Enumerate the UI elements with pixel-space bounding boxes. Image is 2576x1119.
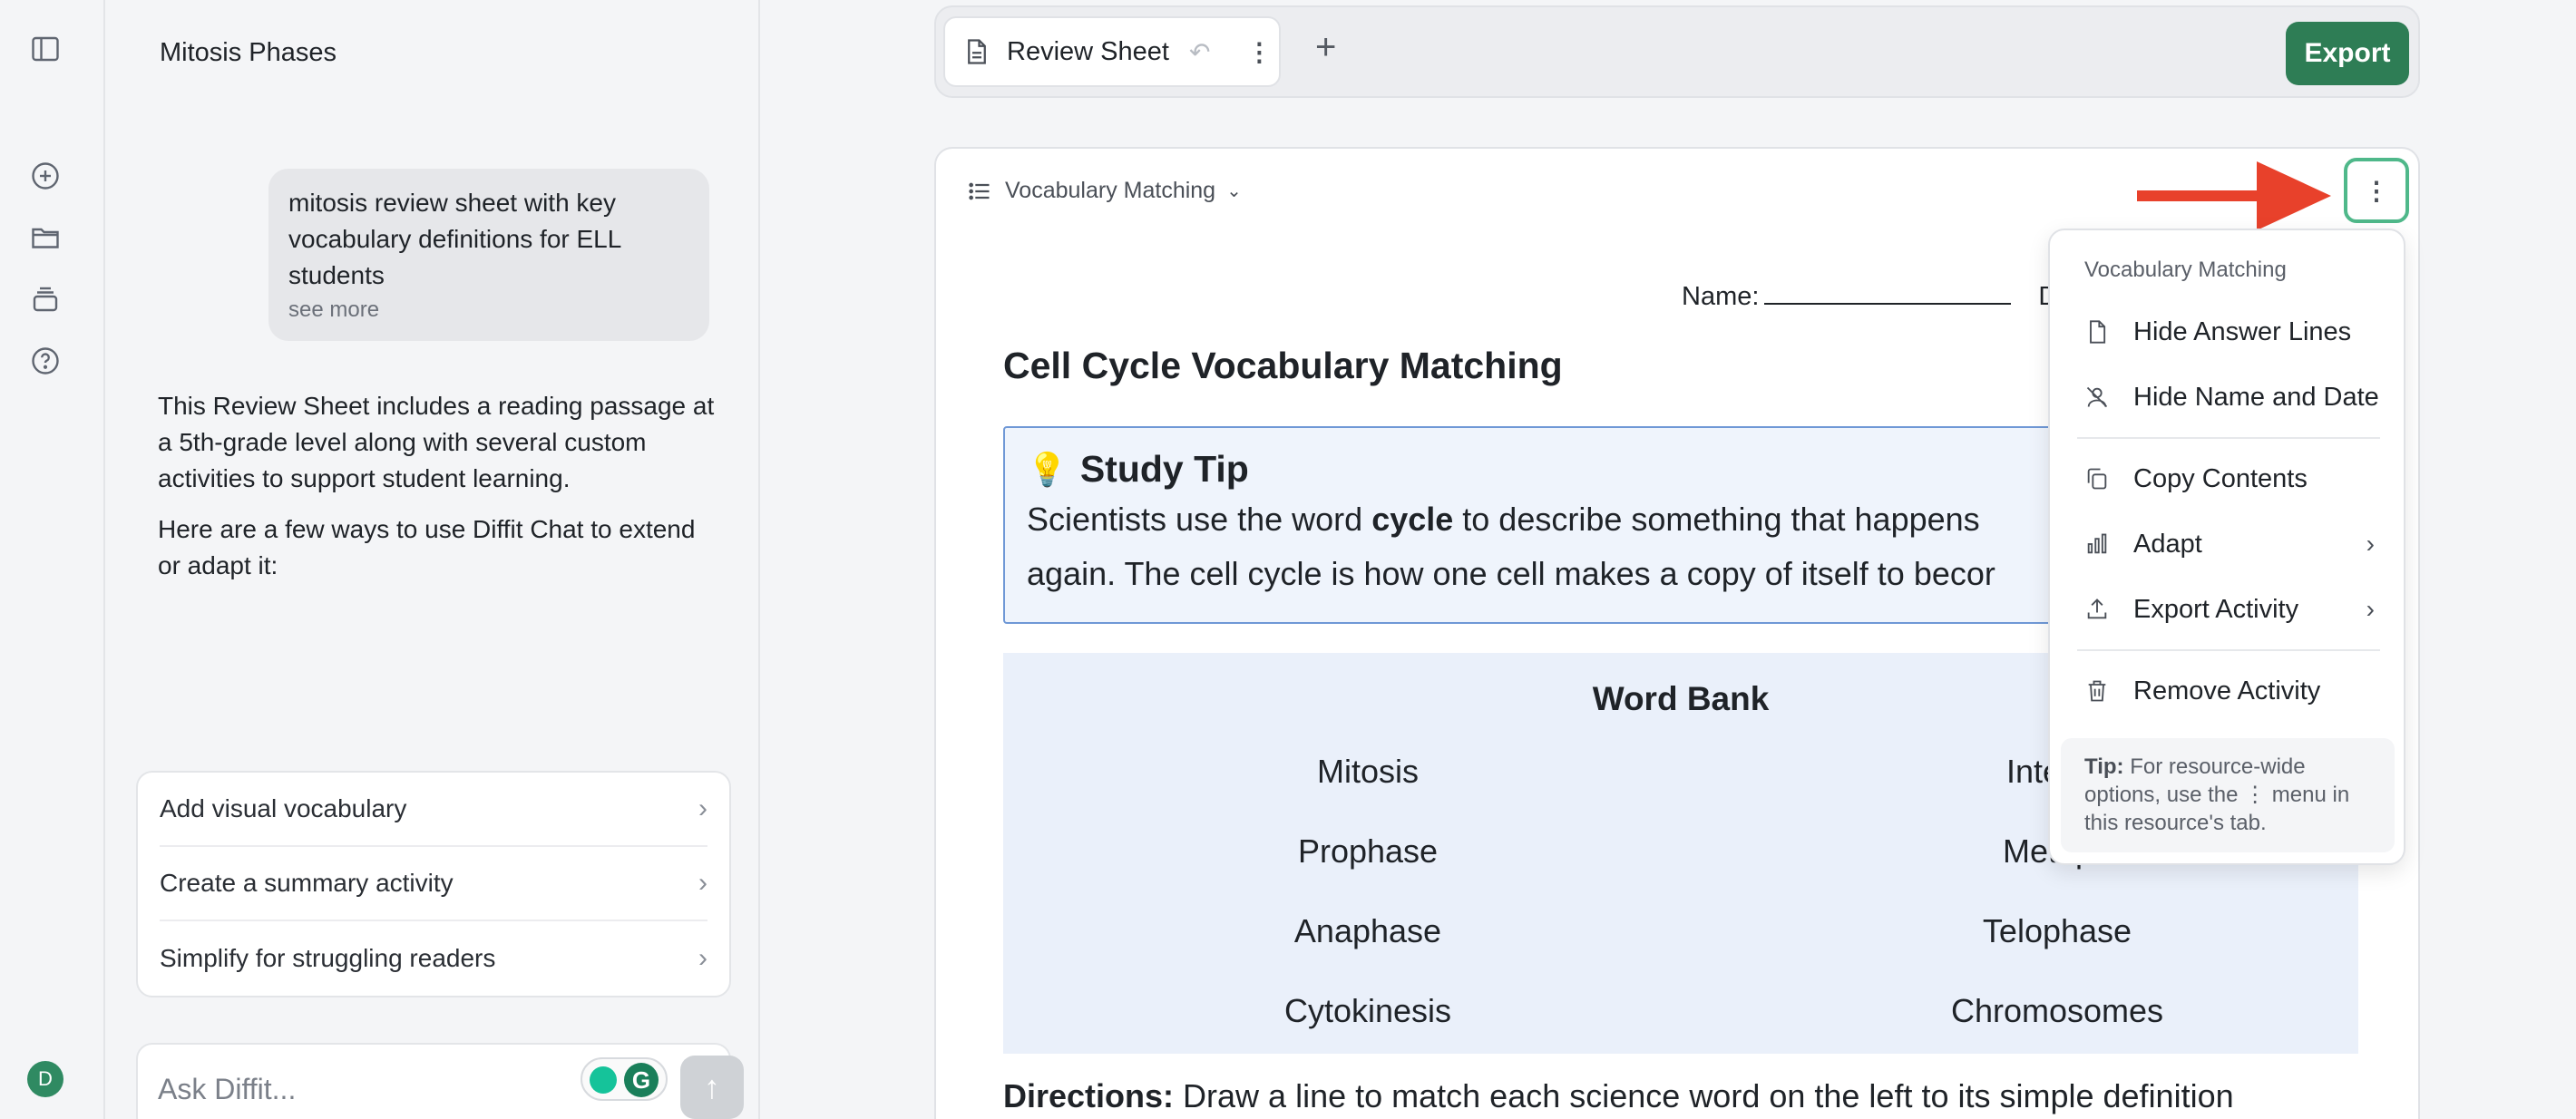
menu-item-remove-activity[interactable]: Remove Activity (2070, 662, 2387, 720)
suggestions-list: Add visual vocabulary › Create a summary… (136, 771, 731, 997)
activity-menu-button[interactable]: ⋮ (2344, 158, 2409, 223)
annotation-arrow-icon (2137, 161, 2331, 230)
copy-icon (2087, 468, 2107, 490)
document-icon (968, 39, 986, 64)
word-bank-term: Mitosis (1316, 753, 1419, 790)
grammarly-widget[interactable]: G (581, 1057, 668, 1101)
tab-menu-icon[interactable]: ⋮ (1246, 37, 1272, 67)
suggestion-label: Create a summary activity (160, 869, 454, 897)
menu-item-export-activity[interactable]: Export Activity › (2070, 580, 2387, 638)
chevron-right-icon: › (698, 793, 707, 823)
activity-selector[interactable]: Vocabulary Matching ⌄ (967, 178, 1242, 204)
user-message-text: mitosis review sheet with key vocabulary… (288, 189, 621, 289)
suggestion-create-summary[interactable]: Create a summary activity › (160, 847, 707, 921)
menu-item-hide-name-date[interactable]: Hide Name and Date (2070, 368, 2387, 426)
upload-icon (2087, 598, 2107, 619)
arrow-up-icon: ↑ (704, 1068, 720, 1105)
chevron-right-icon: › (2366, 595, 2375, 623)
resource-tab-bar: Review Sheet ↶ ⋮ + Export (934, 5, 2420, 98)
menu-item-hide-answer-lines[interactable]: Hide Answer Lines (2070, 303, 2387, 361)
chart-icon (2087, 533, 2107, 554)
chevron-down-icon: ⌄ (1226, 181, 1242, 201)
reply-paragraph: Here are a few ways to use Diffit Chat t… (158, 515, 696, 579)
help-icon[interactable] (27, 343, 63, 379)
undo-icon[interactable]: ↶ (1189, 37, 1210, 67)
add-tab-button[interactable]: + (1315, 27, 1336, 68)
grammarly-bulb-icon (590, 1066, 617, 1094)
word-bank-term: Chromosomes (1950, 992, 2164, 1029)
kebab-icon: ⋮ (2364, 176, 2389, 205)
menu-item-copy-contents[interactable]: Copy Contents (2070, 450, 2387, 508)
list-icon (969, 182, 990, 199)
left-rail: D (0, 0, 105, 1119)
export-button[interactable]: Export (2286, 22, 2409, 85)
avatar[interactable]: D (27, 1061, 63, 1097)
user-off-icon (2086, 386, 2108, 408)
menu-tip: Tip: For resource-wide options, use the … (2061, 738, 2395, 852)
folder-icon[interactable] (27, 219, 63, 256)
user-message: mitosis review sheet with key vocabulary… (268, 169, 709, 341)
chat-panel: Mitosis Phases mitosis review sheet with… (107, 0, 760, 1119)
menu-divider (2077, 649, 2380, 651)
name-label: Name: (1682, 282, 1760, 311)
suggestion-add-visual-vocabulary[interactable]: Add visual vocabulary › (160, 773, 707, 847)
assistant-reply: This Review Sheet includes a reading pas… (158, 388, 720, 584)
name-blank (1764, 281, 2012, 305)
ask-input[interactable] (158, 1068, 539, 1110)
study-tip-heading: Study Tip (1079, 448, 1249, 490)
reply-paragraph: This Review Sheet includes a reading pas… (158, 392, 715, 492)
see-more-link[interactable]: see more (288, 297, 689, 323)
word-bank-term: Anaphase (1293, 912, 1442, 949)
tab-review-sheet[interactable]: Review Sheet ↶ ⋮ (943, 16, 1281, 87)
chat-title: Mitosis Phases (160, 38, 337, 67)
suggestion-label: Add visual vocabulary (160, 794, 407, 822)
new-chat-icon[interactable] (27, 158, 63, 194)
word-bank-term: Cytokinesis (1283, 992, 1452, 1029)
chat-composer: G ↑ (136, 1043, 744, 1119)
file-icon (2090, 320, 2106, 344)
chevron-right-icon: › (698, 943, 707, 973)
chevron-right-icon: › (2366, 530, 2375, 558)
library-icon[interactable] (27, 281, 63, 317)
word-bank-term: Prophase (1297, 832, 1439, 870)
menu-divider (2077, 437, 2380, 439)
tab-label: Review Sheet (1007, 36, 1169, 66)
sidebar-toggle-icon[interactable] (27, 31, 63, 67)
name-date-line: Name:D (1682, 281, 2057, 312)
send-button[interactable]: ↑ (680, 1056, 744, 1119)
grammarly-icon: G (624, 1063, 659, 1097)
directions-text: Directions: Draw a line to match each sc… (1003, 1077, 2234, 1114)
trash-icon (2088, 680, 2106, 702)
chevron-right-icon: › (698, 868, 707, 898)
activity-options-menu: Vocabulary Matching Hide Answer Lines Hi… (2048, 229, 2405, 865)
suggestion-label: Simplify for struggling readers (160, 944, 496, 972)
worksheet-title: Cell Cycle Vocabulary Matching (1003, 345, 1563, 386)
lightbulb-icon: 💡 (1027, 450, 1068, 488)
activity-selector-label: Vocabulary Matching (1005, 178, 1216, 203)
word-bank-term: Telophase (1982, 912, 2132, 949)
suggestion-simplify[interactable]: Simplify for struggling readers › (160, 921, 707, 996)
menu-item-adapt[interactable]: Adapt › (2070, 515, 2387, 573)
menu-header: Vocabulary Matching (2084, 258, 2287, 282)
